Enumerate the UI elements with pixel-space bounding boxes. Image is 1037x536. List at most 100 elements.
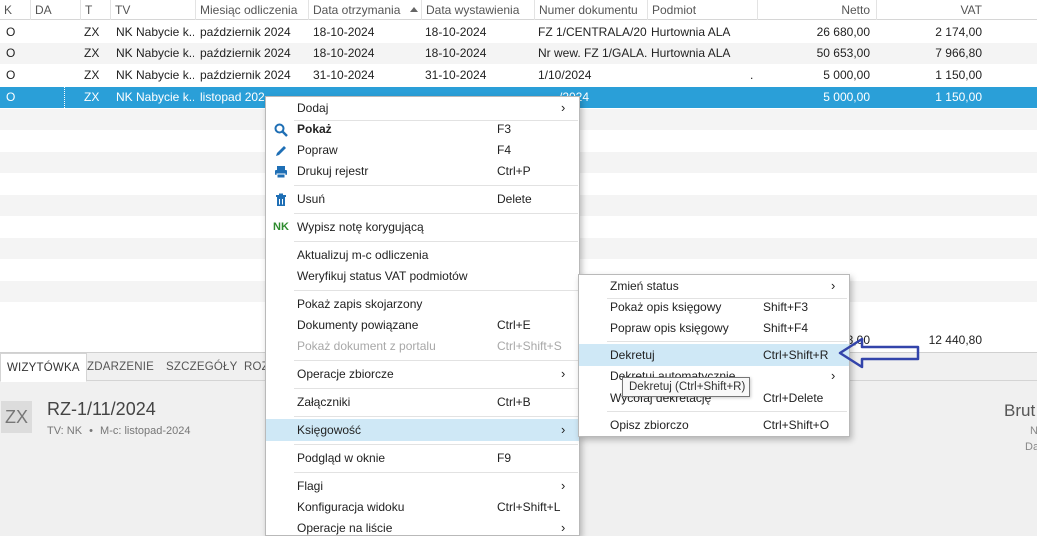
menu-item-label: Aktualizuj m-c odliczenia <box>297 248 429 262</box>
menu-item-podglad[interactable]: Podgląd w oknie F9 <box>266 447 579 469</box>
submenu-item-shortcut: Ctrl+Shift+R <box>763 348 829 362</box>
chevron-right-icon: › <box>831 278 836 293</box>
menu-separator <box>294 213 578 214</box>
submenu-item-opisz-zbiorczo[interactable]: Opisz zbiorczo Ctrl+Shift+O <box>579 414 849 436</box>
menu-separator <box>294 290 578 291</box>
cell-docnum: 1/10/2024 <box>538 68 592 82</box>
cell-issued: 18-10-2024 <box>425 25 487 39</box>
menu-item-dodaj[interactable]: Dodaj › <box>266 97 579 119</box>
col-month-header[interactable]: Miesiąc odliczenia <box>195 0 308 20</box>
submenu-item-popraw-opis[interactable]: Popraw opis księgowy Shift+F4 <box>579 317 849 339</box>
menu-item-konfiguracja[interactable]: Konfiguracja widoku Ctrl+Shift+L <box>266 496 579 518</box>
cell-t: ZX <box>84 68 100 82</box>
cell-net: 5 000,00 <box>823 90 870 104</box>
col-da-header[interactable]: DA <box>30 0 74 20</box>
printer-icon <box>274 164 290 179</box>
cell-tv: NK Nabycie k... <box>116 25 194 39</box>
table-row[interactable]: O ZX NK Nabycie k... październik 2024 18… <box>0 43 1037 64</box>
col-vat-header[interactable]: VAT <box>876 0 988 20</box>
tab-szczegoly[interactable]: SZCZEGÓŁY <box>160 353 243 381</box>
cell-subject: . <box>750 68 754 82</box>
cell-tv: NK Nabycie k... <box>116 68 194 82</box>
submenu-item-shortcut: Shift+F4 <box>763 321 809 335</box>
menu-item-shortcut: F3 <box>497 122 512 136</box>
cell-t: ZX <box>84 90 100 104</box>
pencil-icon <box>274 143 290 157</box>
menu-separator <box>607 341 847 342</box>
cell-subject: Hurtownia ALA <box>651 25 731 39</box>
cell-vat: 1 150,00 <box>935 68 982 82</box>
menu-item-label: Pokaż zapis skojarzony <box>297 297 423 311</box>
tab-zdarzenie[interactable]: ZDARZENIE <box>81 353 160 381</box>
table-row[interactable]: O ZX NK Nabycie k... październik 2024 31… <box>0 65 1037 86</box>
cell-month: październik 2024 <box>200 68 291 82</box>
table-row[interactable]: O ZX NK Nabycie k... październik 2024 18… <box>0 22 1037 43</box>
cell-tv: NK Nabycie k... <box>116 90 194 104</box>
menu-item-label: Drukuj rejestr <box>297 164 369 178</box>
separator-dot: • <box>89 425 93 437</box>
menu-item-pokaz-zapis[interactable]: Pokaż zapis skojarzony <box>266 293 579 315</box>
submenu-item-dekretuj[interactable]: Dekretuj Ctrl+Shift+R <box>579 344 849 366</box>
menu-item-label: Pokaż dokument z portalu <box>297 339 436 353</box>
menu-item-zalaczniki[interactable]: Załączniki Ctrl+B <box>266 391 579 413</box>
cell-docnum: Nr wew. FZ 1/GALA... <box>538 46 647 60</box>
submenu-item-pokaz-opis[interactable]: Pokaż opis księgowy Shift+F3 <box>579 296 849 318</box>
col-subject-header[interactable]: Podmiot <box>647 0 757 20</box>
menu-separator <box>294 388 578 389</box>
cell-t: ZX <box>84 46 100 60</box>
col-docnum-header[interactable]: Numer dokumentu <box>534 0 647 20</box>
submenu-item-shortcut: Ctrl+Shift+O <box>763 418 830 432</box>
selection-focus-frame <box>64 87 65 108</box>
menu-item-weryfikuj-vat[interactable]: Weryfikuj status VAT podmiotów <box>266 265 579 287</box>
cell-net: 5 000,00 <box>823 68 870 82</box>
menu-separator <box>294 241 578 242</box>
submenu-item-zmien-status[interactable]: Zmień status › <box>579 275 849 297</box>
menu-item-label: Weryfikuj status VAT podmiotów <box>297 269 468 283</box>
menu-item-pokaz[interactable]: Pokaż F3 <box>266 118 579 140</box>
col-net-header[interactable]: Netto <box>757 0 876 20</box>
menu-item-operacje-lista[interactable]: Operacje na liście › <box>266 517 579 536</box>
gross-sub-label-1: N <box>1030 425 1037 437</box>
menu-separator <box>294 444 578 445</box>
menu-item-ksiegowosc[interactable]: Księgowość › <box>266 419 579 441</box>
menu-item-popraw[interactable]: Popraw F4 <box>266 139 579 161</box>
context-menu: Dodaj › Pokaż F3 Popraw F4 Drukuj rejest… <box>265 96 580 536</box>
submenu-item-label: Dekretuj <box>610 348 655 362</box>
menu-item-shortcut: Ctrl+Shift+L <box>497 500 561 514</box>
menu-item-flagi[interactable]: Flagi › <box>266 475 579 497</box>
menu-item-drukuj-rejestr[interactable]: Drukuj rejestr Ctrl+P <box>266 160 579 182</box>
cell-month: październik 2024 <box>200 46 291 60</box>
col-tv-header[interactable]: TV <box>110 0 195 20</box>
col-received-header[interactable]: Data otrzymania <box>308 0 420 20</box>
document-subtitle: TV: NK • M-c: listopad-2024 <box>47 425 191 437</box>
cell-month: listopad 2024 <box>200 90 266 104</box>
menu-separator <box>294 472 578 473</box>
document-type-badge: ZX <box>1 401 32 433</box>
menu-item-label: Załączniki <box>297 395 351 409</box>
menu-item-label: Popraw <box>297 143 338 157</box>
menu-item-label: Księgowość <box>297 423 362 437</box>
menu-item-dokumenty-powiazane[interactable]: Dokumenty powiązane Ctrl+E <box>266 314 579 336</box>
menu-item-label: Operacje zbiorcze <box>297 367 394 381</box>
chevron-right-icon: › <box>561 520 566 535</box>
grid-header: K DA T TV Miesiąc odliczenia Data otrzym… <box>0 0 1037 20</box>
menu-item-operacje-zbiorcze[interactable]: Operacje zbiorcze › <box>266 363 579 385</box>
menu-item-wypisz-note[interactable]: NK Wypisz notę korygującą <box>266 216 579 238</box>
month-label: M-c: listopad-2024 <box>100 425 191 437</box>
tab-wizytowka[interactable]: WIZYTÓWKA <box>0 353 87 382</box>
cell-k: O <box>6 46 16 60</box>
tooltip: Dekretuj (Ctrl+Shift+R) <box>622 377 750 397</box>
menu-item-usun[interactable]: Usuń Delete <box>266 188 579 210</box>
cell-net: 50 653,00 <box>816 46 870 60</box>
menu-item-aktualizuj-mc[interactable]: Aktualizuj m-c odliczenia <box>266 244 579 266</box>
menu-item-shortcut: Ctrl+Shift+S <box>497 339 562 353</box>
col-t-header[interactable]: T <box>80 0 110 20</box>
tv-label: TV: NK <box>47 425 83 437</box>
col-issued-header[interactable]: Data wystawienia <box>421 0 534 20</box>
annotation-arrow-icon <box>838 337 920 369</box>
cell-subject: Hurtownia ALA <box>651 46 731 60</box>
col-k-header[interactable]: K <box>0 0 30 20</box>
menu-separator <box>607 411 847 412</box>
chevron-right-icon: › <box>561 478 566 493</box>
document-title: RZ-1/11/2024 <box>47 399 156 419</box>
